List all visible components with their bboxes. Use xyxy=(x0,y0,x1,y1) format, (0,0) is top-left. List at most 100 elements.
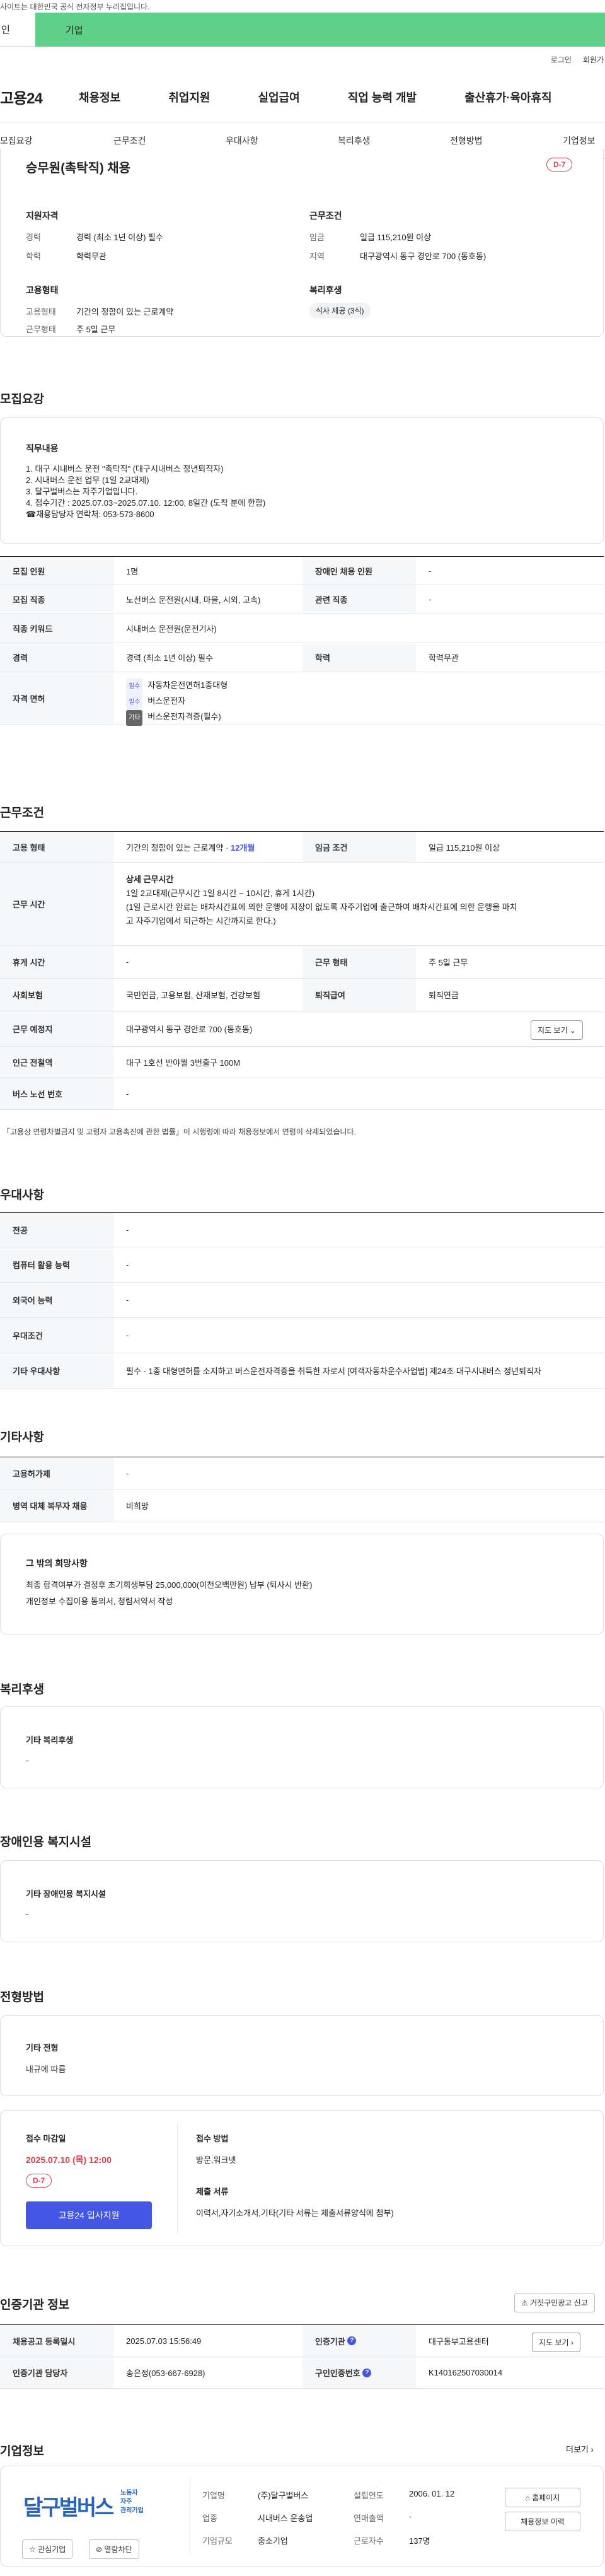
num-key-label: 구인인증번호 xyxy=(315,2369,360,2378)
row-value: - xyxy=(126,1468,129,1478)
nav-jobs[interactable]: 채용정보 xyxy=(79,89,120,105)
emp-type-value: 기간의 정함이 있는 근로계약 xyxy=(76,307,174,317)
row-key: 채용공고 등록일시 xyxy=(0,2325,113,2357)
wish-line: 개인정보 수집이용 동의서, 청렴서약서 작성 xyxy=(26,1597,173,1606)
row-value: 송은정(053-667-6928) xyxy=(126,2369,205,2378)
table-row: 전공 - xyxy=(0,1212,604,1247)
row-key: 사회보험 xyxy=(0,979,113,1011)
block-icon: ⊘ xyxy=(96,2545,103,2554)
row-key: 임금 조건 xyxy=(302,832,416,862)
login-link[interactable]: 로그인 xyxy=(551,54,572,65)
table-row: 병역 대체 복무자 채용 비희망 xyxy=(0,1489,604,1522)
info-icon[interactable]: ? xyxy=(347,2336,357,2345)
star-icon: ☆ xyxy=(29,2545,36,2554)
map-view-label: 지도 보기 xyxy=(538,1026,568,1035)
qual-title: 지원자격 xyxy=(26,211,59,221)
nav-employment-support[interactable]: 취업지원 xyxy=(168,89,210,105)
fav-company-button[interactable]: ☆ 관심기업 xyxy=(22,2539,73,2559)
emp-count-value: 137명 xyxy=(409,2536,430,2546)
prefer-heading: 우대사항 xyxy=(0,1189,44,1202)
homepage-button[interactable]: ⌂ 홈페이지 xyxy=(505,2488,580,2507)
est-value: 2006. 01. 12 xyxy=(409,2489,455,2498)
nav-unemployment-benefit[interactable]: 실업급여 xyxy=(258,89,300,105)
tab-work[interactable]: 근무조건 xyxy=(113,134,146,147)
license-item: 필수 자동차운전면허1종대형 xyxy=(126,679,228,694)
table-row: 버스 노선 번호 - xyxy=(0,1078,604,1110)
site-switch-bar: 인 기업 xyxy=(0,13,605,47)
row-value: - xyxy=(429,566,432,576)
company-more-link[interactable]: 더보기 › xyxy=(566,2443,594,2455)
site-tab-personal[interactable]: 인 xyxy=(0,13,35,47)
logo-sub-line: 관리기업 xyxy=(120,2507,144,2514)
row-key: 인증기관 담당자 xyxy=(0,2357,113,2388)
nav-maternity-leave[interactable]: 출산휴가·육아휴직 xyxy=(464,89,551,105)
row-value: 시내버스 운전원(운전기사) xyxy=(126,624,217,634)
nav-vocational-training[interactable]: 직업 능력 개발 xyxy=(348,89,417,105)
table-row: 우대조건 - xyxy=(0,1318,604,1353)
wish-title: 그 밖의 희망사항 xyxy=(26,1558,88,1568)
org-map-button[interactable]: 지도 보기 › xyxy=(532,2333,580,2352)
cond-title: 근무조건 xyxy=(309,211,342,221)
job-history-button[interactable]: 채용정보 이력 xyxy=(505,2512,580,2531)
tab-company[interactable]: 기업정보 xyxy=(563,134,596,147)
utility-links: 로그인 회원가 xyxy=(0,47,605,72)
work-time-line: 1일 2교대제(근무시간 1일 8시간 ~ 10시간, 휴게 1시간) xyxy=(126,889,315,898)
duty-line: 1. 대구 시내버스 운전 "촉탁직" (대구시내버스 정년퇴직자) xyxy=(26,464,224,474)
required-tag: 필수 xyxy=(126,694,143,710)
row-key: 고용 형태 xyxy=(0,832,113,862)
row-key: 모집 인원 xyxy=(0,557,113,585)
emp-type-text: 기간의 정함이 있는 근로계약 · xyxy=(126,842,229,853)
tab-benefit[interactable]: 복리후생 xyxy=(338,134,371,147)
row-key: 자격 면허 xyxy=(0,672,113,725)
required-tag: 필수 xyxy=(126,679,143,694)
cert-heading: 인증기관 정보 xyxy=(0,2299,70,2312)
work-value: 주 5일 근무 xyxy=(76,325,116,334)
disabled-title: 기타 장애인용 복지시설 xyxy=(26,1889,106,1899)
license-name: 자동차운전면허1종대형 xyxy=(147,680,228,690)
apply-button[interactable]: 고용24 입사지원 xyxy=(26,2201,152,2229)
emp-title: 고용형태 xyxy=(26,285,59,295)
company-name-value: (주)달구벌버스 xyxy=(258,2491,309,2500)
info-icon[interactable]: ? xyxy=(362,2368,372,2377)
table-row: 고용허가제 - xyxy=(0,1457,604,1489)
join-link[interactable]: 회원가 xyxy=(583,54,604,65)
divider xyxy=(177,2123,178,2234)
map-view-button[interactable]: 지도 보기 ⌄ xyxy=(531,1020,583,1040)
table-row: 직종 키워드 시내버스 운전원(운전기사) xyxy=(0,614,604,643)
biz-value: 시내버스 운송업 xyxy=(258,2514,313,2523)
row-key: 근무 시간 xyxy=(0,863,113,945)
job-title: 승무원(촉탁직) 채용 xyxy=(26,161,131,175)
more-label: 더보기 xyxy=(566,2445,589,2454)
process-title: 기타 전형 xyxy=(26,2043,59,2053)
tab-process[interactable]: 전형방법 xyxy=(450,134,483,147)
row-key: 우대조건 xyxy=(0,1318,113,1353)
table-row: 근무 시간 상세 근무시간 1일 2교대제(근무시간 1일 8시간 ~ 10시간… xyxy=(0,863,604,946)
dday-badge: D-7 xyxy=(546,158,573,172)
row-value: 퇴직연금 xyxy=(429,991,459,1000)
deadline-value: 2025.07.10 (목) 12:00 xyxy=(26,2155,112,2165)
tab-prefer[interactable]: 우대사항 xyxy=(226,134,258,147)
row-value: K140162507030014 xyxy=(429,2368,503,2377)
map-label: 지도 보기 xyxy=(539,2338,569,2347)
row-value: 대구 1호선 반야월 3번출구 100M xyxy=(126,1058,241,1068)
row-value: - xyxy=(126,1260,129,1269)
docs-value: 이력서,자기소개서,기타(기타 서류는 제출서류양식에 첨부) xyxy=(196,2208,394,2218)
row-key: 장애인 채용 인원 xyxy=(302,557,416,585)
tab-recruit[interactable]: 모집요강 xyxy=(0,134,33,147)
row-key: 외국어 능력 xyxy=(0,1283,113,1317)
row-value: 비희망 xyxy=(126,1501,149,1511)
duty-title: 직무내용 xyxy=(26,443,59,453)
table-row: 자격 면허 필수 자동차운전면허1종대형 필수 버스운전자 기타 버스운전자격증(필수… xyxy=(0,672,604,726)
row-value: 주 5일 근무 xyxy=(429,958,468,967)
etc-heading: 기타사항 xyxy=(0,1431,44,1444)
row-value: 필수 - 1종 대형면허를 소지하고 버스운전자격증을 취득한 자로서 [여객자… xyxy=(126,1367,542,1376)
chevron-down-icon: ⌄ xyxy=(569,1026,576,1035)
disabled-heading: 장애인용 복지시설 xyxy=(0,1836,92,1849)
site-logo[interactable]: 고용24 xyxy=(0,86,79,108)
site-tab-company[interactable]: 기업 xyxy=(35,13,605,47)
false-ad-report-button[interactable]: ⚠ 거짓구인광고 신고 xyxy=(514,2293,595,2312)
block-view-button[interactable]: ⊘ 열람차단 xyxy=(89,2539,139,2559)
est-label: 설립연도 xyxy=(354,2491,384,2500)
row-key: 고용허가제 xyxy=(0,1457,113,1489)
table-row: 모집 직종 노선버스 운전원(시내, 마을, 시외, 고속) 관련 직종 - xyxy=(0,585,604,614)
